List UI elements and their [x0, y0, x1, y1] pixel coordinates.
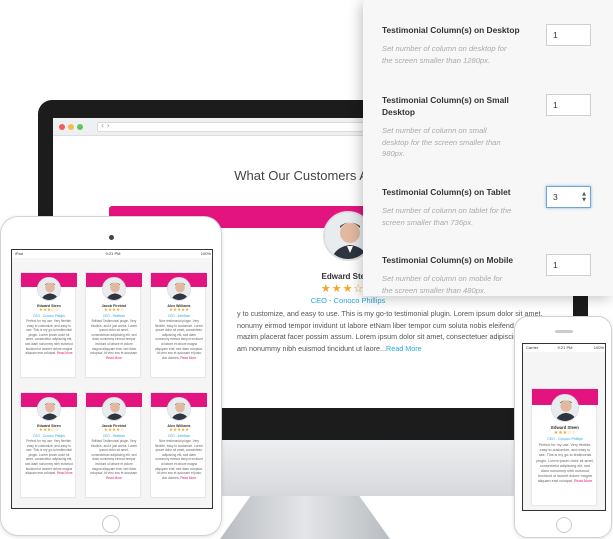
setting-row-desktop: Testimonial Column(s) on Desktop Set num… [382, 24, 600, 66]
avatar [551, 394, 579, 422]
columns-mobile-input[interactable]: 1 [546, 254, 591, 276]
testimonial-text-body: Perfect for my use. Very flexible, easy … [25, 439, 73, 476]
back-forward-icon[interactable]: ‹ › [101, 121, 110, 130]
testimonial-text-body: Brilliant Testimonial plugin. Very intui… [90, 319, 138, 356]
testimonial-text-line-end: am nonummy nibh euismod tincidunt ut lao… [237, 343, 387, 353]
avatar [167, 277, 191, 301]
star-rating: ★★★☆☆ [38, 308, 60, 313]
setting-description: Set number of column on tablet for the s… [382, 206, 512, 227]
avatar [102, 277, 126, 301]
avatar [167, 397, 191, 421]
read-more-link[interactable]: Read More [106, 356, 122, 360]
testimonial-text-body: Nice testimonial plugin. Very flexible, … [155, 319, 204, 360]
testimonial-author-role: CEO - Conoco Phillips [33, 434, 65, 438]
minimize-dot-icon[interactable] [68, 124, 74, 130]
person-avatar-icon [103, 398, 125, 420]
battery-label: 100% [200, 251, 211, 256]
testimonial-author-role: CEO - Conoco Phillips [547, 437, 583, 441]
setting-row-small-desktop: Testimonial Column(s) on Small Desktop S… [382, 94, 600, 160]
setting-label: Testimonial Column(s) on Mobile [382, 255, 514, 265]
read-more-link[interactable]: Read More [57, 471, 73, 475]
testimonial-author-role: CEO - Realtech [102, 434, 126, 438]
setting-label: Testimonial Column(s) on Desktop [382, 25, 520, 35]
camera-icon [109, 235, 114, 240]
imac-stand [220, 496, 390, 539]
person-avatar-icon [38, 398, 60, 420]
setting-row-mobile: Testimonial Column(s) on Mobile Set numb… [382, 254, 600, 296]
apple-logo-icon [298, 442, 320, 466]
testimonial-text: Nice testimonial plugin. Very flexible, … [155, 319, 203, 360]
star-rating: ★★★☆☆ [38, 428, 60, 433]
avatar [37, 397, 61, 421]
read-more-link[interactable]: Read More [180, 356, 196, 360]
star-rating: ★★★☆☆ [553, 430, 577, 436]
close-dot-icon[interactable] [59, 124, 65, 130]
status-time: 9:21 PM [105, 251, 121, 256]
scene: ‹ › What Our Customers Are S Edward Stee… [0, 0, 613, 539]
testimonial-card: Alex Williams ★★★★★ CEO - Interface Nice te… [150, 272, 207, 378]
read-more-link[interactable]: Read More [106, 476, 122, 480]
testimonial-author-role: CEO - Conoco Phillips [33, 314, 65, 318]
testimonial-card: Jacob Firebird ★★★★☆ CEO - Realtech Brillia… [85, 392, 142, 498]
testimonial-card: Alex Williams ★★★★★ CEO - Interface Nice te… [150, 392, 207, 498]
speaker-icon [555, 330, 573, 333]
columns-tablet-input[interactable]: 3 ▲ ▼ [546, 186, 591, 208]
star-rating: ★★★★☆ [103, 428, 125, 433]
testimonial-text: Brilliant Testimonial plugin. Very intui… [90, 319, 138, 360]
settings-panel: Testimonial Column(s) on Desktop Set num… [363, 0, 613, 296]
testimonial-author-role: CEO - Realtech [102, 314, 126, 318]
testimonial-text: Brilliant Testimonial plugin. Very intui… [90, 439, 138, 480]
testimonial-author-role: CEO - Conoco Phillips [310, 296, 386, 305]
setting-label: Testimonial Column(s) on Tablet [382, 187, 511, 197]
ios-status-bar: Carrier 9:21 PM 100% [523, 344, 605, 352]
ipad-frame: iPad 9:21 PM 100% Edward Steen ★★★☆☆ CEO -… [0, 216, 222, 536]
setting-description: Set number of column on small desktop fo… [382, 126, 501, 158]
testimonial-text: Perfect for my use. Very flexible, easy … [25, 439, 73, 476]
testimonial-text-body: Brilliant Testimonial plugin. Very intui… [90, 439, 138, 476]
home-button-icon[interactable] [102, 515, 120, 533]
person-avatar-icon [103, 278, 125, 300]
testimonial-card: Jacob Firebird ★★★★☆ CEO - Realtech Brillia… [85, 272, 142, 378]
iphone-screen: Carrier 9:21 PM 100% Edward Steen ★★★☆☆ … [522, 343, 606, 511]
testimonial-author-role: CEO - Interface [167, 434, 191, 438]
ios-status-bar: iPad 9:21 PM 100% [12, 250, 212, 258]
columns-small-desktop-input[interactable]: 1 [546, 94, 591, 116]
ipad-screen: iPad 9:21 PM 100% Edward Steen ★★★☆☆ CEO -… [11, 249, 213, 509]
star-rating: ★★★★★ [168, 308, 190, 313]
star-rating: ★★★★☆ [103, 308, 125, 313]
testimonial-text: Perfect for my use. Very flexible, easy … [536, 443, 594, 485]
spinner-arrows-icon[interactable]: ▲ ▼ [582, 191, 586, 203]
read-more-link[interactable]: Read More [386, 344, 422, 353]
setting-description: Set number of column on mobile for the s… [382, 274, 503, 295]
columns-desktop-input[interactable]: 1 [546, 24, 591, 46]
read-more-link[interactable]: Read More [57, 351, 73, 355]
person-avatar-icon [168, 398, 190, 420]
battery-label: 100% [593, 345, 604, 350]
home-button-icon[interactable] [556, 517, 572, 533]
testimonial-card: Edward Steen ★★★☆☆ CEO - Conoco Phillips… [531, 388, 598, 506]
person-avatar-icon [38, 278, 60, 300]
carousel-pagination [305, 401, 365, 407]
maximize-dot-icon[interactable] [77, 124, 83, 130]
testimonial-author-role: CEO - Interface [167, 314, 191, 318]
read-more-link[interactable]: Read More [180, 476, 196, 480]
testimonial-card: Edward Steen ★★★☆☆ CEO - Conoco Phillips Pe… [20, 392, 77, 498]
iphone-frame: Carrier 9:21 PM 100% Edward Steen ★★★☆☆ … [514, 316, 612, 538]
avatar [102, 397, 126, 421]
person-avatar-icon [552, 395, 578, 421]
person-avatar-icon [168, 278, 190, 300]
testimonial-text: Nice testimonial plugin. Very flexible, … [155, 439, 203, 480]
testimonial-card: Edward Steen ★★★☆☆ CEO - Conoco Phillips Pe… [20, 272, 77, 378]
testimonial-text-body: Nice testimonial plugin. Very flexible, … [155, 439, 204, 480]
star-rating: ★★★★★ [168, 428, 190, 433]
testimonial-text-body: Perfect for my use. Very flexible, easy … [25, 319, 73, 356]
testimonial-text: Perfect for my use. Very flexible, easy … [25, 319, 73, 356]
testimonial-text-body: Perfect for my use. Very flexible, easy … [536, 443, 594, 484]
columns-tablet-value: 3 [553, 192, 558, 202]
setting-row-tablet: Testimonial Column(s) on Tablet Set numb… [382, 186, 600, 228]
setting-description: Set number of column on desktop for the … [382, 44, 507, 65]
read-more-link[interactable]: Read More [574, 479, 592, 483]
avatar [37, 277, 61, 301]
setting-label: Testimonial Column(s) on Small Desktop [382, 95, 509, 117]
